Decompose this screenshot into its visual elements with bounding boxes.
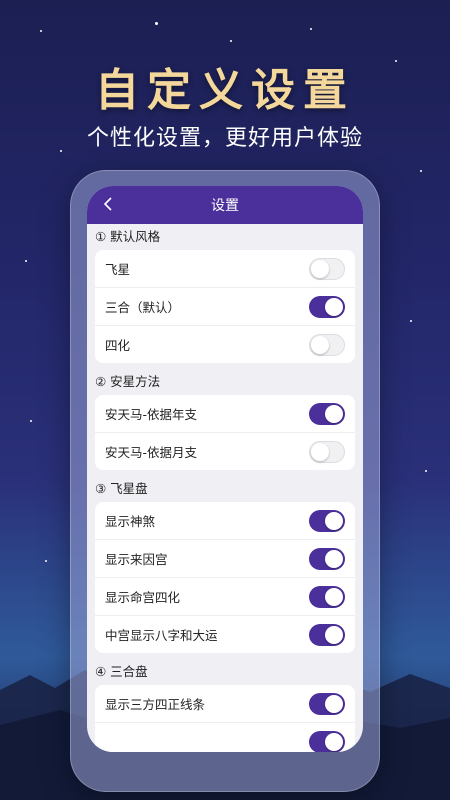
star: [230, 40, 232, 42]
star: [40, 30, 42, 32]
toggle-switch[interactable]: [309, 440, 345, 463]
star: [410, 320, 412, 322]
star: [425, 470, 427, 472]
toggle-knob: [325, 549, 343, 568]
star: [30, 420, 32, 422]
settings-screen: 设置 ① 默认风格 飞星 三合（默认） 四化 ② 安星方法 安天马-依据年支 安…: [87, 186, 363, 752]
back-button[interactable]: [99, 194, 117, 214]
settings-group-default-style: 飞星 三合（默认） 四化: [95, 250, 355, 363]
toggle-knob: [311, 259, 329, 278]
toggle-knob: [325, 511, 343, 530]
toggle-knob: [311, 442, 329, 461]
section-title-flying-star-chart: ③ 飞星盘: [95, 481, 148, 496]
setting-row: 显示三方四正线条: [95, 685, 355, 723]
setting-label: 安天马-依据月支: [105, 445, 198, 460]
toggle-switch[interactable]: [309, 509, 345, 532]
hero-title: 自定义设置: [95, 65, 355, 116]
star: [155, 22, 158, 25]
toggle-knob: [325, 625, 343, 644]
toggle-knob: [325, 587, 343, 606]
toggle-knob: [325, 404, 343, 423]
toggle-knob: [325, 297, 343, 316]
settings-group-star-method: 安天马-依据年支 安天马-依据月支: [95, 395, 355, 470]
setting-row: 安天马-依据月支: [95, 433, 355, 470]
setting-row: 三合（默认）: [95, 288, 355, 326]
setting-label: 显示三方四正线条: [105, 697, 206, 712]
setting-label: 飞星: [105, 262, 131, 277]
toggle-switch[interactable]: [309, 585, 345, 608]
toggle-switch[interactable]: [309, 402, 345, 425]
setting-label: 三合（默认）: [105, 300, 181, 315]
star: [25, 260, 27, 262]
setting-row: 显示命宫四化: [95, 578, 355, 616]
toggle-switch[interactable]: [309, 295, 345, 318]
toggle-switch[interactable]: [309, 257, 345, 280]
settings-group-flying-star-chart: 显示神煞 显示来因宫 显示命宫四化 中宫显示八字和大运: [95, 502, 355, 653]
section-title-star-method: ② 安星方法: [95, 374, 161, 389]
setting-label: 显示神煞: [105, 514, 156, 529]
chevron-left-icon: [103, 197, 112, 211]
setting-row: [95, 723, 355, 752]
setting-label: 安天马-依据年支: [105, 407, 198, 422]
setting-label: 四化: [105, 338, 131, 353]
toggle-knob: [311, 335, 329, 354]
setting-row: 中宫显示八字和大运: [95, 616, 355, 653]
toggle-switch[interactable]: [309, 623, 345, 646]
setting-label: 中宫显示八字和大运: [105, 628, 218, 643]
setting-label: 显示来因宫: [105, 552, 168, 567]
settings-group-sanhe-chart: 显示三方四正线条: [95, 685, 355, 752]
setting-row: 飞星: [95, 250, 355, 288]
hero-subtitle: 个性化设置，更好用户体验: [86, 126, 363, 151]
toggle-knob: [325, 732, 343, 751]
setting-label: 显示命宫四化: [105, 590, 181, 605]
toggle-switch[interactable]: [309, 333, 345, 356]
app-bar-title: 设置: [211, 198, 239, 214]
setting-row: 显示神煞: [95, 502, 355, 540]
setting-row: 显示来因宫: [95, 540, 355, 578]
star: [45, 560, 47, 562]
toggle-switch[interactable]: [309, 547, 345, 570]
app-bar: 设置: [87, 186, 363, 224]
setting-row: 四化: [95, 326, 355, 363]
section-title-default-style: ① 默认风格: [95, 229, 161, 244]
toggle-switch[interactable]: [309, 692, 345, 715]
setting-row: 安天马-依据年支: [95, 395, 355, 433]
star: [310, 28, 312, 30]
toggle-knob: [325, 694, 343, 713]
section-title-sanhe-chart: ④ 三合盘: [95, 664, 148, 679]
toggle-switch[interactable]: [309, 730, 345, 752]
star: [420, 170, 422, 172]
